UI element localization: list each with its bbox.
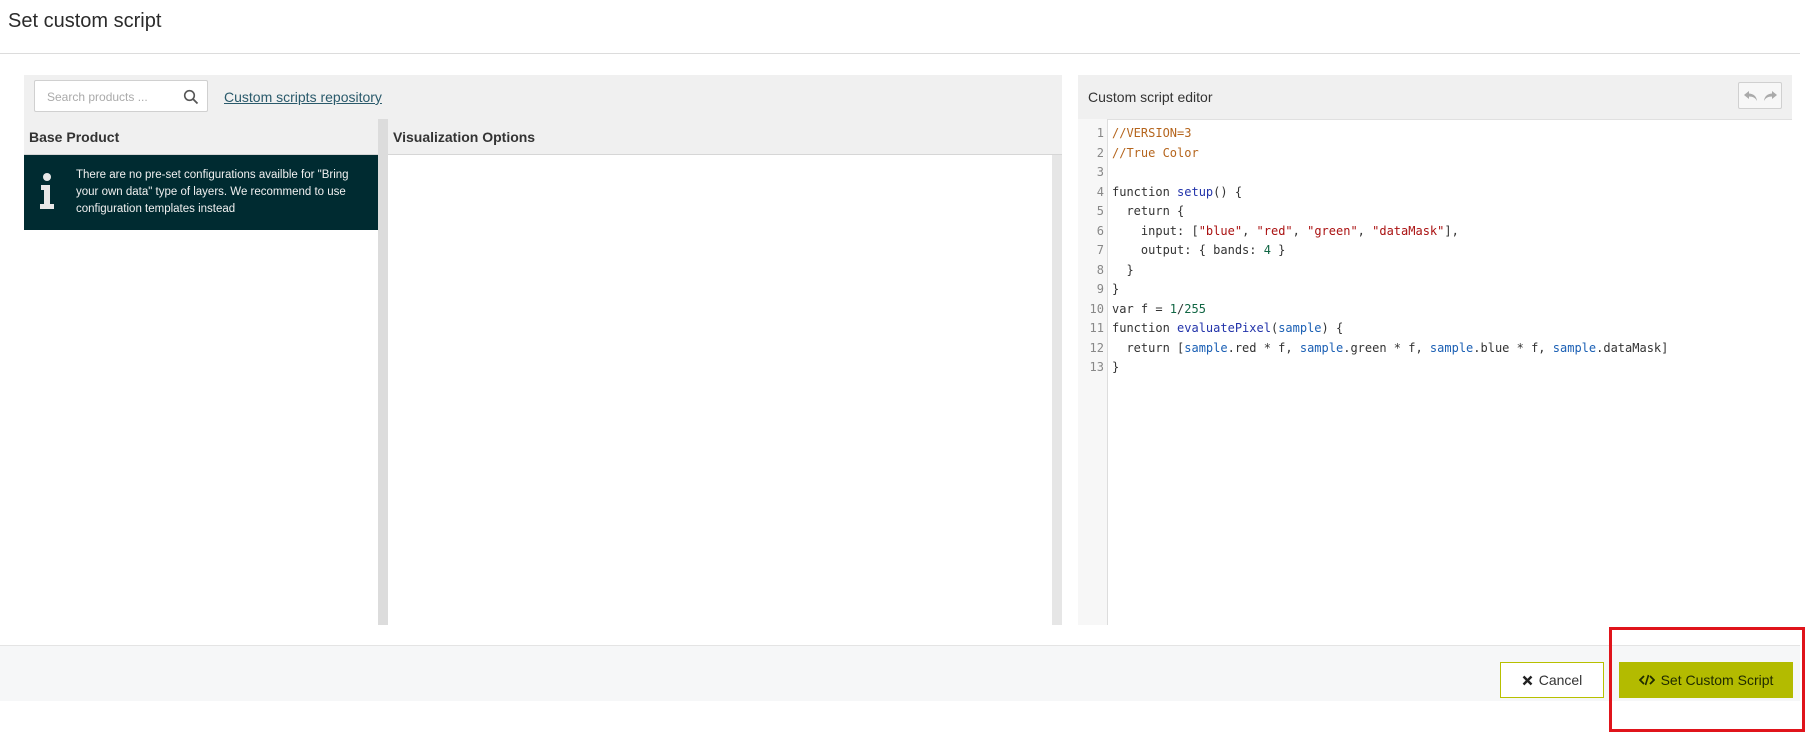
line-number: 1 <box>1096 126 1104 140</box>
line-number: 4 <box>1096 184 1104 199</box>
code-line[interactable]: 2 //True Color <box>1078 144 1792 164</box>
code-line[interactable]: 1 //VERSION=3 <box>1078 124 1792 144</box>
dialog-title: Set custom script <box>8 10 162 32</box>
code-line[interactable]: 4 function setup() { <box>1078 183 1792 203</box>
script-editor-panel: Custom script editor 1 //VERSION=3 2 //True… <box>1078 75 1792 625</box>
line-number: 11 <box>1089 321 1104 335</box>
line-number: 13 <box>1089 360 1104 374</box>
line-number: 8 <box>1096 262 1104 277</box>
editor-header: Custom script editor <box>1078 75 1792 120</box>
line-number: 7 <box>1096 243 1104 257</box>
code-line[interactable]: 12 return [sample.red * f, sample.green … <box>1078 339 1792 359</box>
code-text: return [sample.red * f, sample.green * f… <box>1112 340 1669 355</box>
code-line[interactable]: 11 function evaluatePixel(sample) { <box>1078 319 1792 339</box>
code-line[interactable]: 5 return { <box>1078 202 1792 222</box>
line-number: 12 <box>1089 340 1104 355</box>
code-icon <box>1638 674 1655 686</box>
cancel-button-label: Cancel <box>1538 672 1583 688</box>
scrollbar[interactable] <box>1052 155 1062 625</box>
code-text: input: ["blue", "red", "green", "dataMas… <box>1112 223 1459 238</box>
code-text: } <box>1112 360 1120 374</box>
line-number: 10 <box>1089 301 1104 316</box>
code-line[interactable]: 9} <box>1078 280 1792 300</box>
line-number: 9 <box>1096 282 1104 296</box>
code-line[interactable]: 8 } <box>1078 261 1792 281</box>
info-message-text: There are no pre-set configurations avai… <box>76 169 349 215</box>
code-text: } <box>1112 282 1120 296</box>
search-box[interactable] <box>34 80 208 113</box>
search-input[interactable] <box>45 81 179 113</box>
set-custom-script-button-label: Set Custom Script <box>1660 672 1774 688</box>
dialog-footer: Cancel Set Custom Script <box>0 645 1800 701</box>
editor-title: Custom script editor <box>1088 89 1213 105</box>
redo-icon[interactable] <box>1761 87 1779 105</box>
code-line[interactable]: 13} <box>1078 358 1792 378</box>
title-divider <box>0 53 1800 54</box>
line-number: 2 <box>1096 145 1104 160</box>
code-text: //VERSION=3 <box>1112 126 1192 140</box>
visualization-options-header: Visualization Options <box>388 119 1062 155</box>
info-icon <box>40 173 54 209</box>
cancel-button[interactable]: Cancel <box>1500 662 1604 698</box>
left-toolbar: Custom scripts repository <box>24 75 1062 120</box>
code-editor[interactable]: 1 //VERSION=3 2 //True Color 3 4 function setu… <box>1078 124 1792 378</box>
code-text: output: { bands: 4 } <box>1112 243 1286 257</box>
code-text: function evaluatePixel(sample) { <box>1112 321 1344 335</box>
code-text: var f = 1/255 <box>1112 301 1206 316</box>
undo-redo-group <box>1738 82 1782 109</box>
code-text: //True Color <box>1112 145 1199 160</box>
line-number: 3 <box>1096 165 1104 179</box>
code-line[interactable]: 3 <box>1078 163 1792 183</box>
undo-icon[interactable] <box>1742 87 1760 105</box>
close-icon <box>1522 675 1533 685</box>
code-line[interactable]: 10 var f = 1/255 <box>1078 300 1792 320</box>
info-message: There are no pre-set configurations avai… <box>24 155 378 230</box>
code-text: return { <box>1112 204 1185 218</box>
code-text: } <box>1112 262 1134 277</box>
code-line[interactable]: 6 input: ["blue", "red", "green", "dataM… <box>1078 222 1792 242</box>
left-panel: Custom scripts repository Base Product V… <box>24 75 1062 625</box>
code-text: function setup() { <box>1112 184 1243 199</box>
base-product-header: Base Product <box>24 119 378 155</box>
code-line[interactable]: 7 output: { bands: 4 } <box>1078 241 1792 261</box>
line-number: 5 <box>1096 204 1104 218</box>
set-custom-script-button[interactable]: Set Custom Script <box>1619 662 1793 698</box>
column-separator[interactable] <box>378 119 388 625</box>
custom-scripts-repository-link[interactable]: Custom scripts repository <box>224 89 382 105</box>
line-number: 6 <box>1096 223 1104 238</box>
search-icon[interactable] <box>183 89 199 105</box>
